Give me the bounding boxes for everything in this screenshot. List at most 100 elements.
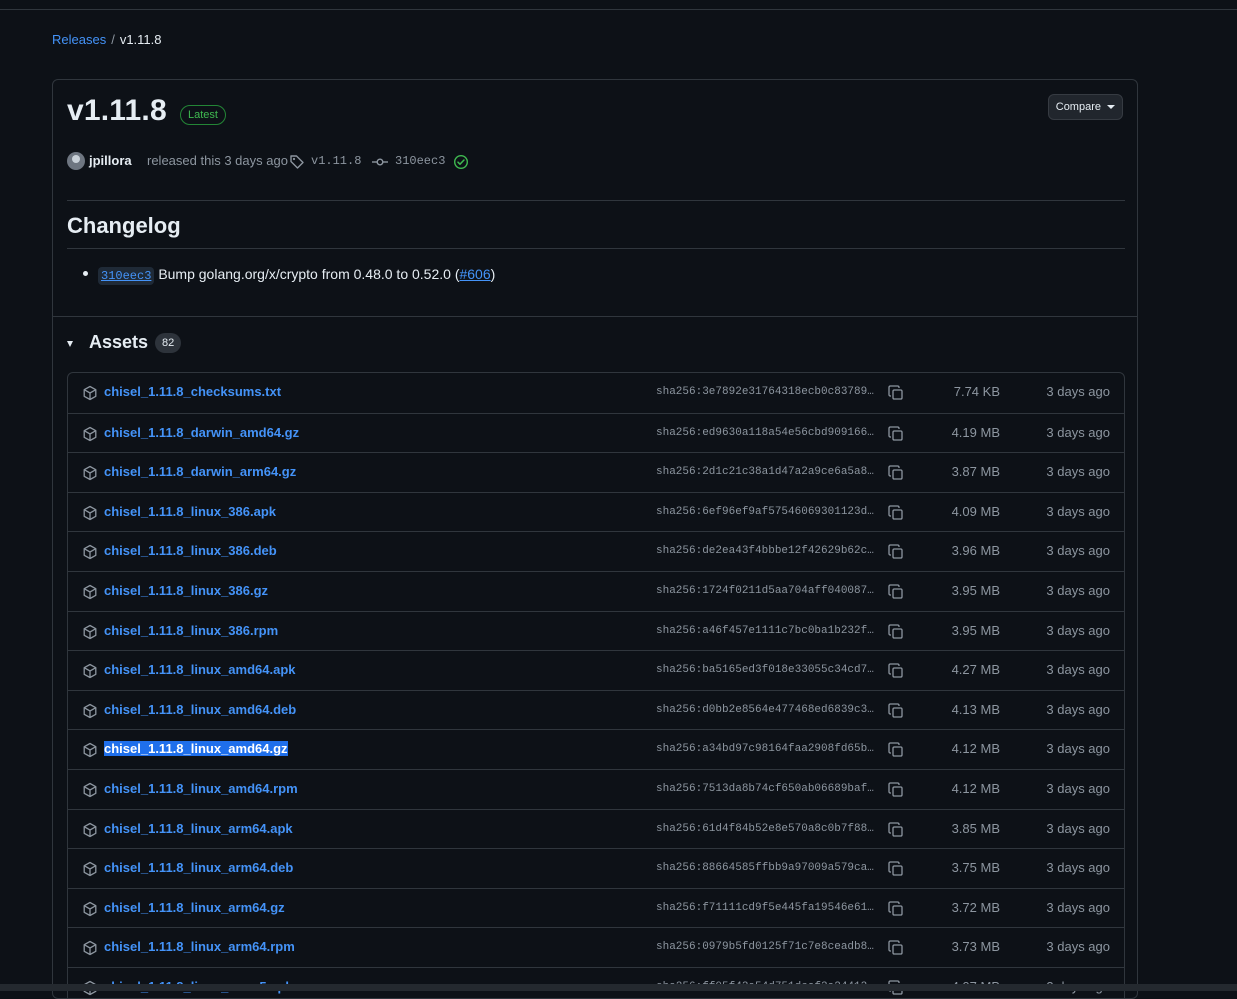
assets-heading[interactable]: Assets [89,332,148,353]
asset-digest: sha256:ba5165ed3f018e33055c34cd75a [656,664,878,677]
asset-download-link[interactable]: chisel_1.11.8_linux_386.deb [104,543,277,558]
asset-size: 3.73 MB [951,939,1000,955]
asset-size: 4.19 MB [951,424,1000,440]
copy-icon[interactable] [888,465,904,481]
latest-badge: Latest [180,105,226,125]
asset-size: 3.95 MB [951,622,1000,638]
asset-row: chisel_1.11.8_linux_arm64.rpm sha256:0979… [68,927,1124,967]
commit-sha-link[interactable]: 310eec3 [98,267,155,285]
package-icon [82,426,98,442]
package-icon [82,940,98,956]
copy-icon[interactable] [888,742,904,758]
asset-digest: sha256:0979b5fd0125f71c7e8ceadb8fa [656,941,878,954]
asset-digest: sha256:d0bb2e8564e477468ed6839c3da [656,703,878,716]
copy-icon[interactable] [888,544,904,560]
asset-row: chisel_1.11.8_linux_amd64.rpm sha256:7513… [68,768,1124,809]
asset-download-link[interactable]: chisel_1.11.8_darwin_amd64.gz [104,425,299,440]
header-divider [0,0,1237,10]
section-divider [67,248,1125,249]
package-icon [82,742,98,758]
asset-date: 3 days ago [1046,424,1110,440]
asset-digest: sha256:1724f0211d5aa704aff040087ca [656,584,878,597]
asset-download-link[interactable]: chisel_1.11.8_linux_386.rpm [104,623,278,638]
copy-icon[interactable] [888,584,904,600]
asset-date: 3 days ago [1046,503,1110,519]
asset-download-link[interactable]: chisel_1.11.8_linux_amd64.apk [104,662,296,677]
commit-link[interactable]: 310eec3 [395,154,445,168]
asset-size: 4.12 MB [951,741,1000,757]
check-circle-icon[interactable] [453,154,469,170]
asset-date: 3 days ago [1046,464,1110,480]
pull-request-link[interactable]: #606 [459,266,490,282]
asset-date: 3 days ago [1046,820,1110,836]
asset-row: chisel_1.11.8_linux_amd64.apk sha256:ba51… [68,650,1124,690]
asset-download-link[interactable]: chisel_1.11.8_linux_386.apk [104,504,276,519]
asset-row: chisel_1.11.8_linux_386.gz sha256:1724f02… [68,570,1124,611]
asset-download-link[interactable]: chisel_1.11.8_checksums.txt [104,384,281,399]
package-icon [82,465,98,481]
chevron-down-icon [1107,105,1115,110]
asset-digest: sha256:61d4f84b52e8e570a8c0b7f888a [656,822,878,835]
copy-icon[interactable] [888,782,904,798]
package-icon [82,861,98,877]
asset-download-link[interactable]: chisel_1.11.8_darwin_arm64.gz [104,464,296,479]
copy-icon[interactable] [888,703,904,719]
changelog-text-tail: ) [490,266,496,282]
asset-download-link[interactable]: chisel_1.11.8_linux_arm64.rpm [104,939,295,954]
author-link[interactable]: jpillora [89,153,132,168]
triangle-down-icon[interactable] [67,341,73,347]
asset-digest: sha256:ed9630a118a54e56cbd9091664a [656,426,878,439]
copy-icon[interactable] [888,623,904,640]
asset-download-link[interactable]: chisel_1.11.8_linux_amd64.gz [104,741,288,757]
asset-digest: sha256:a34bd97c98164faa2908fd65b4a [656,743,878,756]
asset-size: 3.85 MB [951,820,1000,836]
copy-icon[interactable] [888,425,904,442]
copy-icon[interactable] [888,385,904,401]
copy-icon[interactable] [888,663,904,679]
asset-row: chisel_1.11.8_linux_arm64.apk sha256:61d4… [68,808,1124,849]
asset-date: 3 days ago [1046,780,1110,796]
asset-digest: sha256:7513da8b74cf650ab06689baf9a [656,782,878,795]
breadcrumb: Releases / v1.11.8 [52,32,162,47]
asset-row: chisel_1.11.8_linux_amd64.deb sha256:d0bb… [68,689,1124,730]
asset-row: chisel_1.11.8_darwin_arm64.gz sha256:2d1c… [68,452,1124,492]
asset-size: 4.12 MB [951,780,1000,796]
section-divider [53,316,1137,317]
copy-icon[interactable] [888,940,904,956]
asset-download-link[interactable]: chisel_1.11.8_linux_arm64.deb [104,860,293,875]
section-divider [67,200,1125,201]
asset-download-link[interactable]: chisel_1.11.8_linux_386.gz [104,583,268,598]
asset-size: 3.95 MB [951,582,1000,598]
asset-size: 4.09 MB [951,503,1000,519]
release-meta: jpillora released this 3 days ago v1.11.… [67,152,867,172]
compare-button[interactable]: Compare [1047,94,1123,120]
release-title[interactable]: v1.11.8 [67,94,167,128]
asset-download-link[interactable]: chisel_1.11.8_linux_arm64.gz [104,900,285,915]
asset-row: chisel_1.11.8_linux_armv5.apksha256:ff05… [68,966,1124,998]
breadcrumb-releases-link[interactable]: Releases [52,32,106,47]
copy-icon[interactable] [888,861,904,877]
copy-icon[interactable] [888,505,904,521]
breadcrumb-current: v1.11.8 [119,32,162,47]
avatar[interactable] [67,152,85,170]
asset-size: 3.96 MB [951,543,1000,559]
asset-digest: sha256:3e7892e31764318ecb0c837896a [656,386,878,398]
asset-row: chisel_1.11.8_linux_386.deb sha256:de2ea4… [68,531,1124,571]
tag-link[interactable]: v1.11.8 [311,154,361,168]
package-icon [82,703,98,719]
package-icon [82,584,98,600]
asset-download-link[interactable]: chisel_1.11.8_linux_amd64.deb [104,702,296,717]
asset-digest: sha256:6ef96ef9af57546069301123dca [656,505,878,518]
package-icon [82,544,98,560]
asset-row: chisel_1.11.8_linux_arm64.deb sha256:8866… [68,848,1124,888]
package-icon [82,385,98,401]
asset-download-link[interactable]: chisel_1.11.8_linux_amd64.rpm [104,781,298,796]
copy-icon[interactable] [888,901,904,917]
changelog-text: Bump golang.org/x/crypto from 0.48.0 to … [158,266,460,282]
asset-size: 3.75 MB [951,860,1000,876]
copy-icon[interactable] [888,821,904,838]
assets-count-badge: 82 [155,333,182,353]
asset-date: 3 days ago [1046,899,1110,915]
released-text: released this 3 days ago [147,153,288,168]
asset-download-link[interactable]: chisel_1.11.8_linux_arm64.apk [104,821,293,836]
